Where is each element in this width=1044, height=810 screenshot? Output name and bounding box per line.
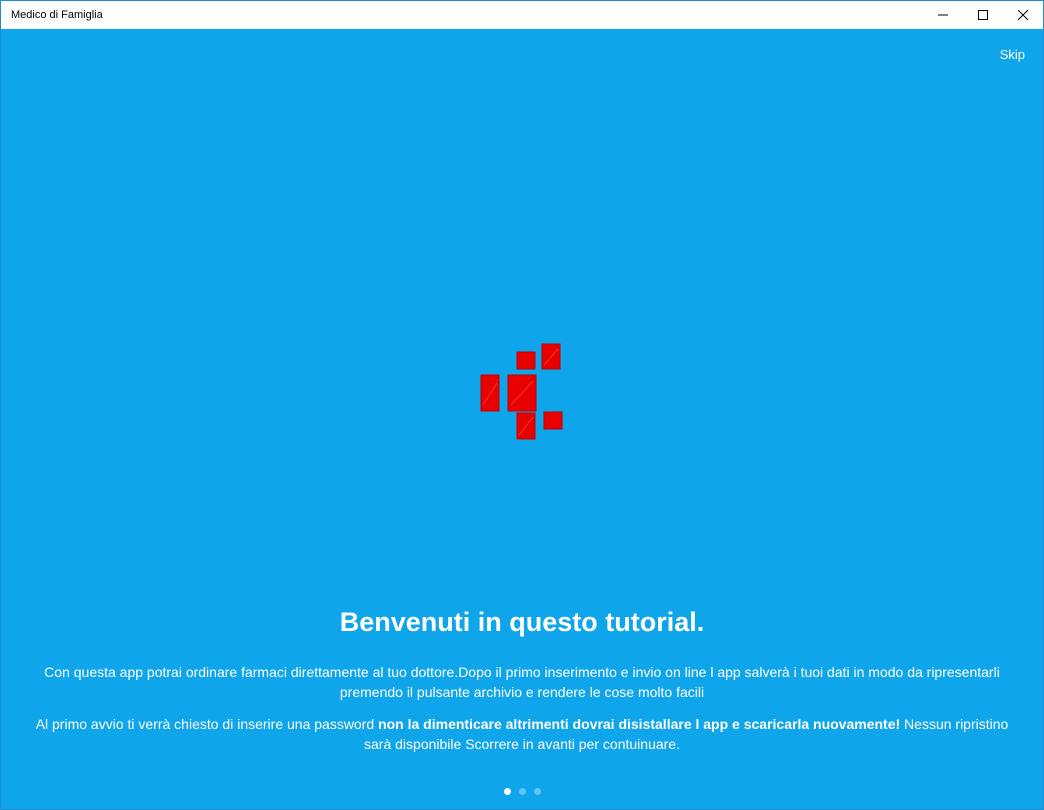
app-window: Medico di Famiglia Skip Benvenuti in que… <box>0 0 1044 810</box>
minimize-icon <box>938 14 948 16</box>
skip-button[interactable]: Skip <box>1000 47 1025 62</box>
close-button[interactable] <box>1003 1 1043 29</box>
page-dot-1[interactable] <box>503 788 511 795</box>
page-indicator <box>1 788 1043 795</box>
maximize-button[interactable] <box>963 1 1003 29</box>
page-dot-2[interactable] <box>518 788 526 795</box>
title-bar[interactable]: Medico di Famiglia <box>1 1 1043 29</box>
window-controls <box>923 1 1043 29</box>
window-title: Medico di Famiglia <box>11 9 103 21</box>
intro-paragraph: Con questa app potrai ordinare farmaci d… <box>21 662 1023 702</box>
minimize-button[interactable] <box>923 1 963 29</box>
close-icon <box>1018 10 1028 20</box>
password-text-start: Al primo avvio ti verrà chiesto di inser… <box>35 716 379 732</box>
intro-line-2: premendo il pulsante archivio e rendere … <box>339 684 705 700</box>
maximize-icon <box>978 10 988 20</box>
tutorial-page[interactable]: Skip Benvenuti in questo tutorial. Con q… <box>1 29 1043 809</box>
page-title: Benvenuti in questo tutorial. <box>339 607 705 637</box>
page-dot-3[interactable] <box>533 788 541 795</box>
red-squares-logo-icon <box>480 343 563 440</box>
password-paragraph: Al primo avvio ti verrà chiesto di inser… <box>21 714 1023 754</box>
password-warning: non la dimenticare altrimenti dovrai dis… <box>378 716 896 732</box>
intro-line-1: Con questa app potrai ordinare farmaci d… <box>44 664 1000 680</box>
